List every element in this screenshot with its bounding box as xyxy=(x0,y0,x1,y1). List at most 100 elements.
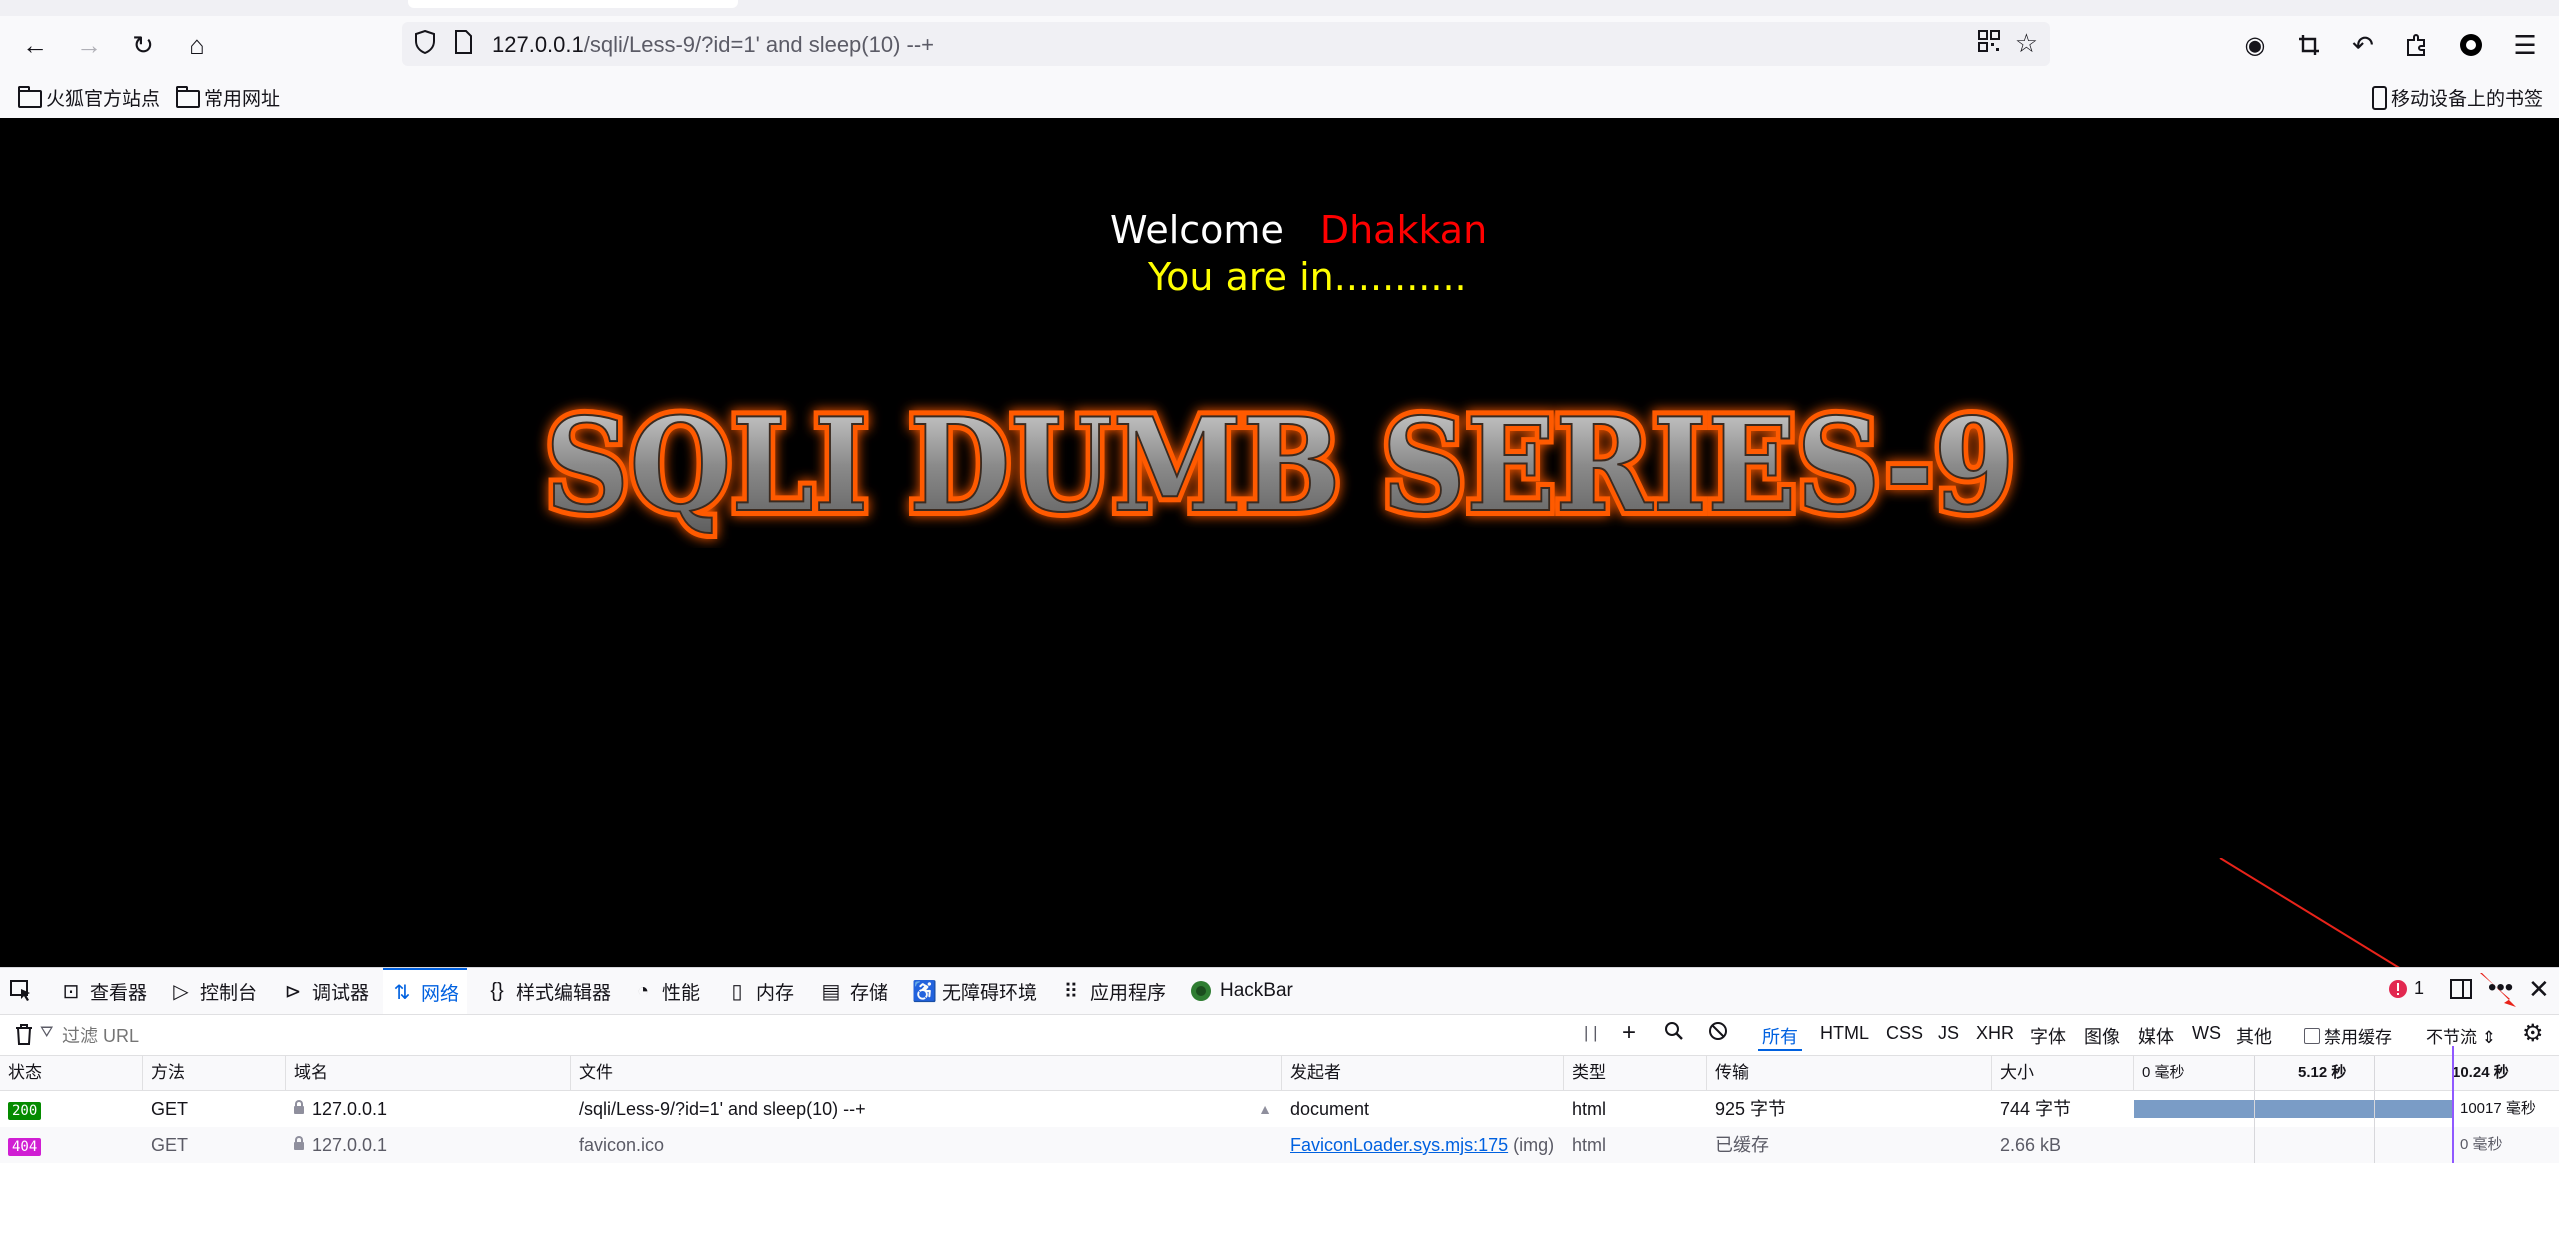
lock-icon xyxy=(294,1136,304,1150)
mobile-bookmarks[interactable]: 移动设备上的书签 xyxy=(2371,84,2543,111)
close-icon: ✕ xyxy=(2528,974,2550,1004)
clear-requests-button[interactable] xyxy=(14,1023,34,1050)
qr-code-icon[interactable] xyxy=(1978,30,2000,58)
url-bar[interactable]: 127.0.0.1/sqli/Less-9/?id=1' and sleep(1… xyxy=(402,22,2050,66)
forward-button[interactable]: → xyxy=(70,26,108,64)
disable-cache-toggle[interactable]: 禁用缓存 xyxy=(2304,1023,2392,1048)
error-indicator[interactable]: 1 xyxy=(2388,978,2424,999)
screenshot-button[interactable] xyxy=(2290,26,2328,64)
close-devtools-button[interactable]: ✕ xyxy=(2528,974,2550,1005)
application-icon: ⠿ xyxy=(1063,980,1079,1003)
tab-console[interactable]: ▷ 控制台 xyxy=(170,968,257,1014)
extensions-button[interactable] xyxy=(2398,26,2436,64)
timing-label: 10017 毫秒 xyxy=(2460,1100,2536,1117)
url-host: 127.0.0.1 xyxy=(492,32,584,57)
filter-xhr[interactable]: XHR xyxy=(1976,1023,2014,1044)
tab-memory[interactable]: ▯ 内存 xyxy=(726,968,794,1014)
page-info-icon[interactable] xyxy=(454,30,472,60)
filter-media[interactable]: 媒体 xyxy=(2138,1023,2174,1049)
account-button[interactable]: ◉ xyxy=(2236,26,2274,64)
tab-storage[interactable]: ▤ 存储 xyxy=(820,968,888,1014)
filter-js[interactable]: JS xyxy=(1938,1023,1959,1044)
cell-type: html xyxy=(1572,1099,1607,1119)
block-icon xyxy=(1709,1022,1727,1040)
table-row[interactable]: 200 GET 127.0.0.1 /sqli/Less-9/?id=1' an… xyxy=(0,1091,2559,1127)
filter-url-input[interactable] xyxy=(60,1023,1544,1049)
timing-label: 0 毫秒 xyxy=(2460,1136,2503,1153)
column-transferred[interactable]: 传输 xyxy=(1707,1056,1992,1090)
tab-strip xyxy=(0,0,2559,16)
cell-method: GET xyxy=(151,1099,189,1119)
column-type[interactable]: 类型 xyxy=(1564,1056,1707,1090)
initiator-link[interactable]: FaviconLoader.sys.mjs:175 xyxy=(1290,1135,1508,1155)
tab-label: 调试器 xyxy=(312,982,370,1004)
pause-button[interactable]: | | xyxy=(1584,1023,1598,1043)
home-button[interactable]: ⌂ xyxy=(178,26,216,64)
filter-all[interactable]: 所有 xyxy=(1758,1023,1802,1051)
folder-icon xyxy=(176,85,200,108)
series-banner-image: SQLI DUMB SERIES-9 SQLI DUMB SERIES-9 xyxy=(539,388,2021,547)
filter-ws[interactable]: WS xyxy=(2192,1023,2221,1044)
tab-performance[interactable]: ◔ 性能 xyxy=(632,968,700,1014)
reload-button[interactable]: ↻ xyxy=(124,26,162,64)
url-text[interactable]: 127.0.0.1/sqli/Less-9/?id=1' and sleep(1… xyxy=(492,32,934,58)
network-settings-button[interactable]: ⚙ xyxy=(2522,1019,2544,1048)
column-status[interactable]: 状态 xyxy=(0,1056,143,1090)
tab-label: HackBar xyxy=(1220,980,1293,1001)
bookmarks-toolbar: 火狐官方站点 常用网址 移动设备上的书签 xyxy=(0,74,2559,119)
url-path: /sqli/Less-9/?id=1' and sleep(10) --+ xyxy=(583,32,935,57)
column-method[interactable]: 方法 xyxy=(143,1056,286,1090)
tab-network[interactable]: ⇅ 网络 xyxy=(383,968,468,1014)
search-button[interactable] xyxy=(1664,1021,1684,1047)
bookmark-folder-common[interactable]: 常用网址 xyxy=(176,84,280,111)
status-badge: 200 xyxy=(8,1102,42,1120)
cell-transferred: 925 字节 xyxy=(1715,1099,1787,1119)
tab-hackbar[interactable]: HackBar xyxy=(1190,968,1293,1014)
app-menu-button[interactable]: ☰ xyxy=(2506,26,2544,64)
performance-icon: ◔ xyxy=(636,979,650,1002)
filter-css[interactable]: CSS xyxy=(1886,1023,1923,1044)
back-button[interactable]: ← xyxy=(16,26,54,64)
column-initiator[interactable]: 发起者 xyxy=(1282,1056,1564,1090)
column-domain[interactable]: 域名 xyxy=(286,1056,571,1090)
filter-fonts[interactable]: 字体 xyxy=(2030,1023,2066,1049)
dock-button[interactable] xyxy=(2450,978,2472,1006)
tab-label: 性能 xyxy=(662,982,701,1004)
tab-label: 内存 xyxy=(756,982,795,1004)
undo-icon: ↶ xyxy=(2352,29,2374,60)
tab-application[interactable]: ⠿ 应用程序 xyxy=(1060,968,1166,1014)
tab-debugger[interactable]: ⊳ 调试器 xyxy=(282,968,369,1014)
tab-style-editor[interactable]: {} 样式编辑器 xyxy=(486,968,611,1014)
waterfall-gridline xyxy=(2254,1091,2255,1163)
profile-button[interactable] xyxy=(2452,26,2490,64)
bookmark-folder-firefox[interactable]: 火狐官方站点 xyxy=(18,84,160,111)
status-badge: 404 xyxy=(8,1138,42,1156)
active-tab[interactable] xyxy=(408,0,738,8)
network-filter-bar: ⛛ | | + 所有 HTML CSS JS XHR 字体 图像 媒体 WS 其… xyxy=(0,1015,2559,1056)
column-size[interactable]: 大小 xyxy=(1992,1056,2134,1090)
turtle-icon: ▲ xyxy=(1258,1101,1272,1117)
devtools-panel: ⊡ 查看器 ▷ 控制台 ⊳ 调试器 ⇅ 网络 {} 样式编辑器 ◔ 性能 ▯ 内存 ▤ 存储 ♿… xyxy=(0,967,2559,1256)
filter-html[interactable]: HTML xyxy=(1820,1023,1869,1044)
tracking-protection-shield-icon[interactable] xyxy=(414,29,436,61)
throttling-select[interactable]: 不节流 ⇕ xyxy=(2426,1023,2496,1048)
inspector-icon: ⊡ xyxy=(62,980,80,1003)
cell-size: 744 字节 xyxy=(2000,1099,2072,1119)
bookmark-star-icon[interactable]: ☆ xyxy=(2015,28,2038,59)
domain-text: 127.0.0.1 xyxy=(312,1135,388,1155)
element-picker-button[interactable] xyxy=(10,968,32,1014)
cell-status: 404 xyxy=(0,1127,143,1163)
add-request-button[interactable]: + xyxy=(1622,1019,1636,1047)
welcome-line: Welcome Dhakkan xyxy=(1110,208,1487,252)
checkbox[interactable] xyxy=(2304,1027,2320,1044)
filter-images[interactable]: 图像 xyxy=(2084,1023,2120,1049)
table-row[interactable]: 404 GET 127.0.0.1 favicon.ico FaviconLoa… xyxy=(0,1127,2559,1163)
tab-accessibility[interactable]: ♿ 无障碍环境 xyxy=(912,968,1037,1014)
undo-button[interactable]: ↶ xyxy=(2344,26,2382,64)
filter-other[interactable]: 其他 xyxy=(2236,1023,2272,1049)
column-waterfall[interactable]: 0 毫秒 5.12 秒 10.24 秒 xyxy=(2134,1056,2559,1090)
tab-inspector[interactable]: ⊡ 查看器 xyxy=(60,968,147,1014)
cell-method: GET xyxy=(151,1135,189,1155)
block-requests-button[interactable] xyxy=(1708,1021,1728,1046)
column-file[interactable]: 文件 xyxy=(571,1056,1282,1090)
